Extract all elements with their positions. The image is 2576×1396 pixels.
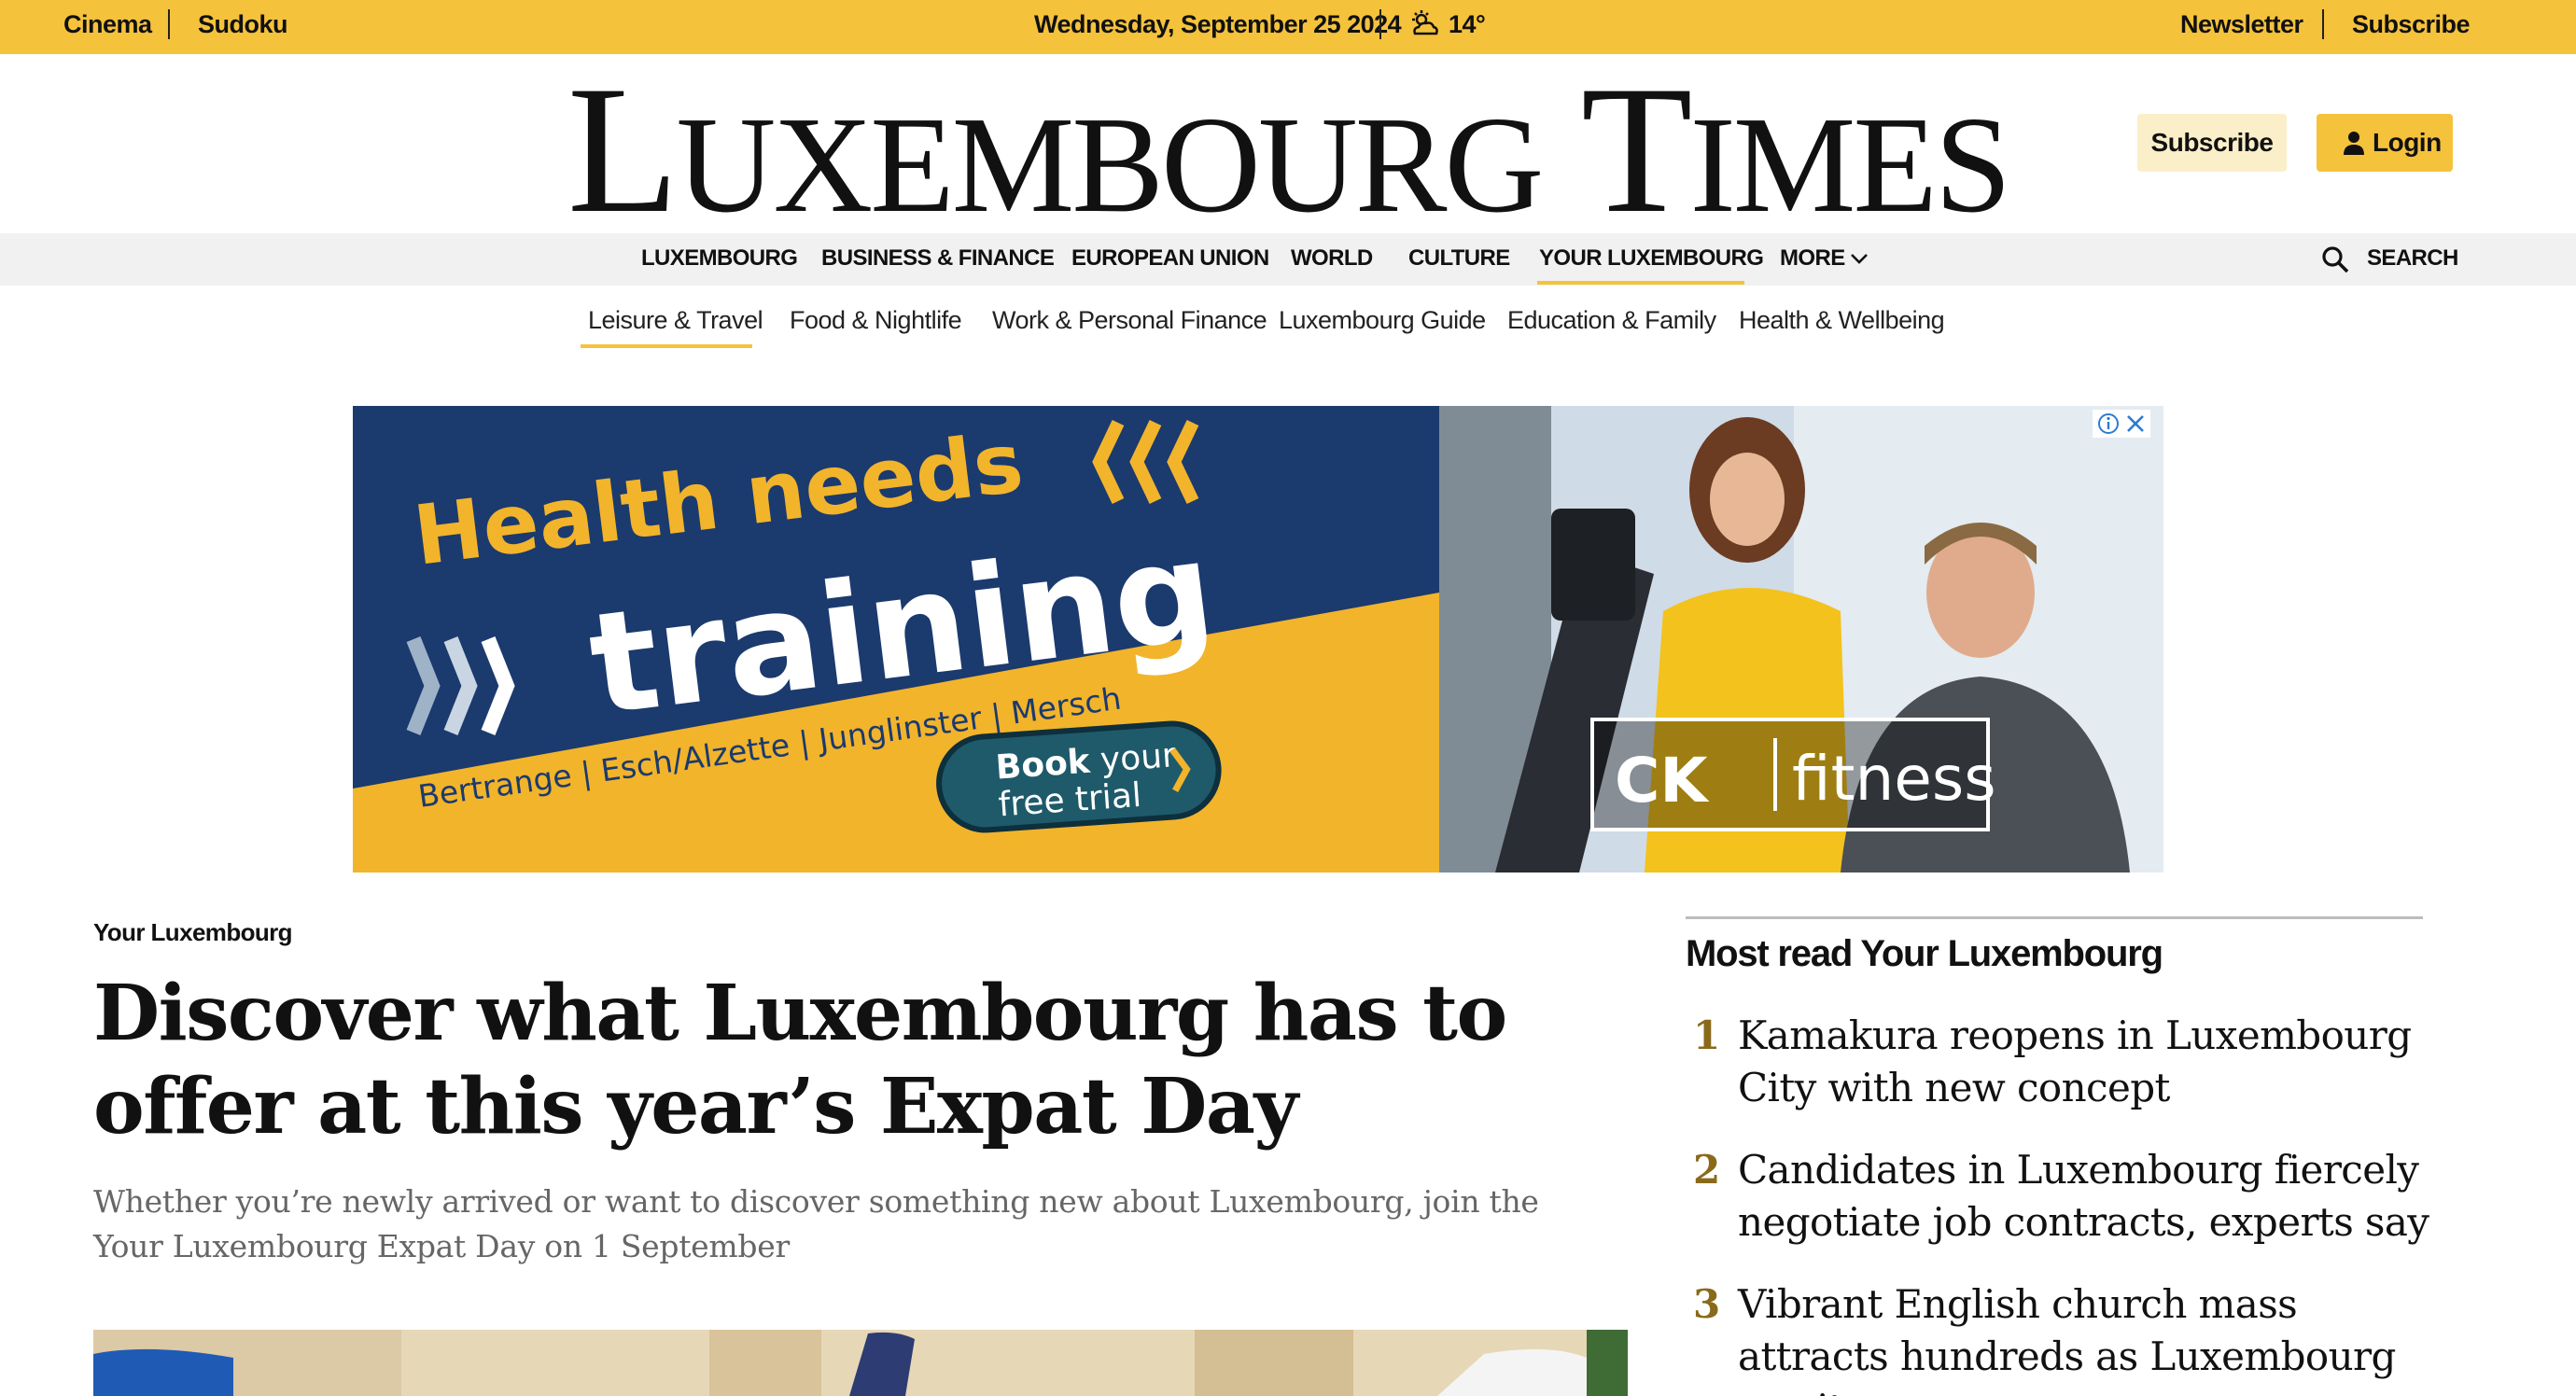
search-icon[interactable]	[2321, 245, 2349, 273]
divider	[2322, 9, 2324, 39]
subscribe-link[interactable]: Subscribe	[2352, 0, 2471, 54]
subscribe-button[interactable]: Subscribe	[2137, 114, 2287, 172]
current-date: Wednesday, September 25 2024	[1034, 10, 1402, 38]
ad-creative: Health needs training Bertrange | Esch/A…	[353, 406, 1439, 872]
ad-brand-left: CK	[1615, 745, 1710, 817]
login-label: Login	[2373, 128, 2442, 157]
masthead: LUXEMBOURG TIMES Subscribe Login	[0, 54, 2576, 242]
subnav-food-nightlife[interactable]: Food & Nightlife	[790, 306, 962, 335]
article-headline[interactable]: Discover what Luxembourg has to offer at…	[93, 967, 1624, 1153]
sidebar-divider	[1686, 916, 2423, 919]
nav-luxembourg[interactable]: LUXEMBOURG	[641, 233, 798, 286]
most-read-link[interactable]: Kamakura reopens in Luxembourg City with…	[1738, 1010, 2432, 1114]
user-icon	[2344, 132, 2364, 155]
divider	[168, 9, 170, 39]
subnav-work-personal-finance[interactable]: Work & Personal Finance	[992, 306, 1267, 335]
sudoku-link[interactable]: Sudoku	[198, 0, 288, 54]
nav-more[interactable]: MORE	[1780, 233, 1845, 286]
most-read-link[interactable]: Candidates in Luxembourg fiercely negoti…	[1738, 1144, 2432, 1249]
ad-photo: CK fitness	[1439, 406, 2163, 872]
subnav-luxembourg-guide[interactable]: Luxembourg Guide	[1279, 306, 1486, 335]
nav-world[interactable]: WORLD	[1291, 233, 1373, 286]
active-nav-indicator	[1537, 281, 1744, 285]
subnav-education-family[interactable]: Education & Family	[1507, 306, 1716, 335]
top-utility-bar: Cinema Sudoku Wednesday, September 25 20…	[0, 0, 2576, 54]
most-read-rank: 1	[1693, 1012, 1721, 1058]
nav-business-finance[interactable]: BUSINESS & FINANCE	[821, 233, 1055, 286]
divider	[1379, 9, 1381, 39]
subnav-health-wellbeing[interactable]: Health & Wellbeing	[1739, 306, 1945, 335]
partly-cloudy-icon	[1412, 10, 1438, 35]
subnav-leisure-travel[interactable]: Leisure & Travel	[588, 306, 763, 335]
search-button[interactable]: SEARCH	[2367, 233, 2458, 286]
main-navigation: LUXEMBOURG BUSINESS & FINANCE EUROPEAN U…	[0, 233, 2576, 286]
most-read-link[interactable]: Vibrant English church mass attracts hun…	[1738, 1278, 2432, 1396]
nav-european-union[interactable]: EUROPEAN UNION	[1071, 233, 1269, 286]
chevron-down-icon[interactable]	[1850, 252, 1869, 265]
ad-controls	[2093, 410, 2150, 438]
ad-brand-right: fitness	[1792, 743, 1996, 815]
most-read-title: Most read Your Luxembourg	[1686, 933, 2163, 974]
article-standfirst: Whether you’re newly arrived or want to …	[93, 1183, 1539, 1264]
ad-close-icon[interactable]	[2127, 415, 2144, 432]
temperature: 14°	[1449, 10, 1486, 38]
login-button[interactable]: Login	[2317, 114, 2453, 172]
advertisement-banner[interactable]: Health needs training Bertrange | Esch/A…	[353, 406, 2163, 872]
nav-culture[interactable]: CULTURE	[1408, 233, 1510, 286]
active-subnav-indicator	[581, 344, 752, 348]
nav-your-luxembourg[interactable]: YOUR LUXEMBOURG	[1539, 233, 1764, 286]
ad-info-icon[interactable]	[2098, 413, 2119, 434]
most-read-rank: 2	[1693, 1147, 1721, 1193]
cinema-link[interactable]: Cinema	[63, 0, 152, 54]
article-hero-image[interactable]	[93, 1330, 1628, 1396]
ad-cta-rest: your	[1088, 736, 1177, 780]
article-category[interactable]: Your Luxembourg	[93, 918, 293, 947]
most-read-rank: 3	[1693, 1281, 1721, 1327]
newsletter-link[interactable]: Newsletter	[2180, 0, 2303, 54]
